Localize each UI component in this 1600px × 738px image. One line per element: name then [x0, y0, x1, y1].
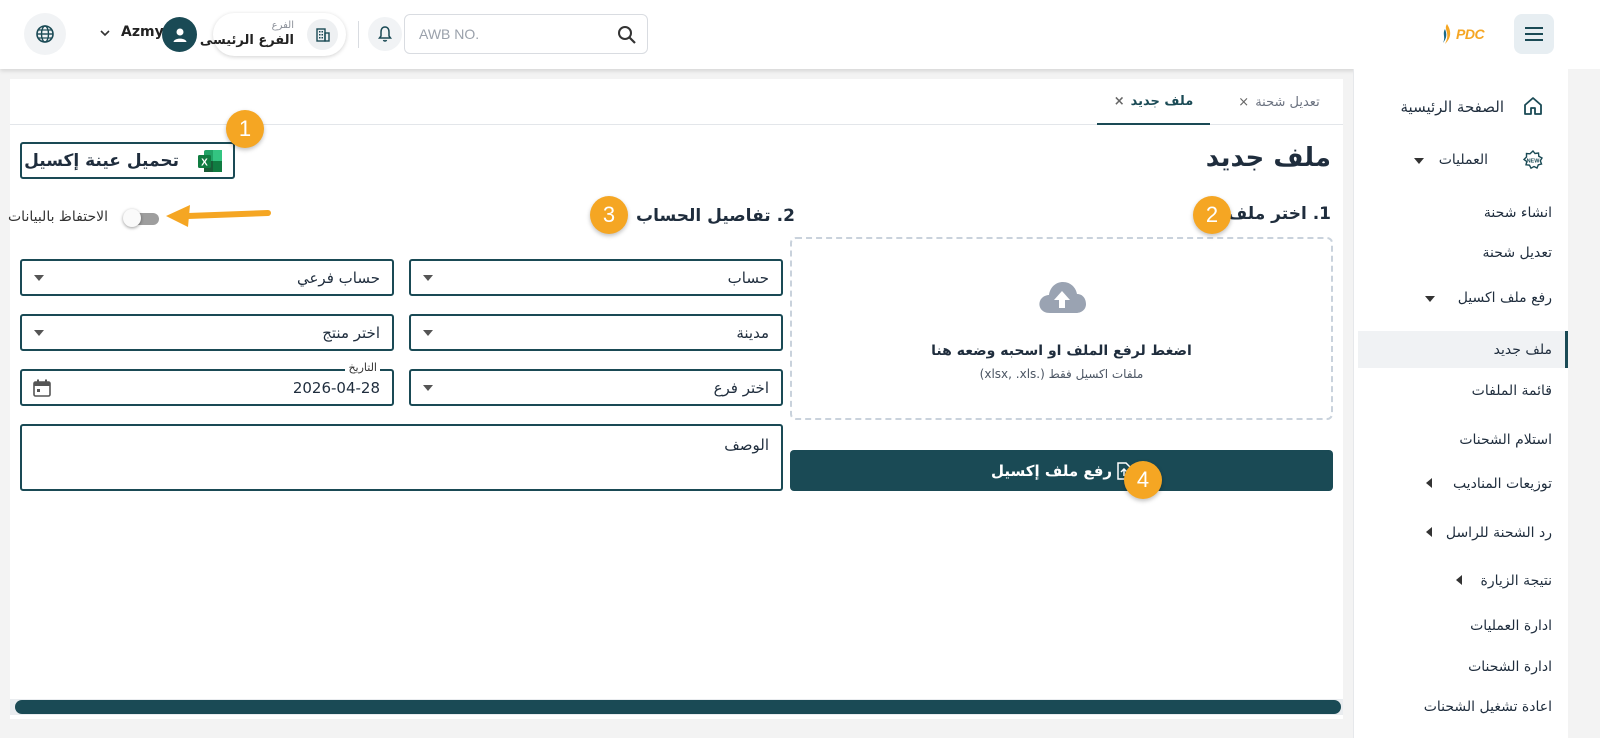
download-sample-excel-button[interactable]: تحميل عينة إكسيل X — [20, 142, 235, 179]
annotation-arrow-icon — [166, 205, 271, 227]
sidebar-item-return-to-sender[interactable]: رد الشحنة للراسل — [1446, 525, 1552, 541]
file-dropzone[interactable]: اضغط لرفع الملف او اسحبه وضعه هنا ملفات … — [790, 237, 1333, 420]
sidebar-item-upload-excel[interactable]: رفع ملف اكسيل — [1458, 290, 1552, 306]
close-icon[interactable]: × — [1238, 95, 1249, 110]
user-icon — [173, 28, 186, 42]
tab-new-file-label: ملف جديد — [1130, 93, 1194, 109]
cloud-upload-icon — [1039, 282, 1086, 313]
branch-small-label: الفرع — [271, 20, 294, 31]
notifications-button[interactable] — [368, 17, 402, 51]
dropzone-instructions: اضغط لرفع الملف او اسحبه وضعه هنا — [931, 343, 1192, 359]
new-badge-icon: NEW — [1523, 150, 1543, 170]
chevron-down-icon[interactable] — [98, 26, 112, 40]
section-choose-file-title: 1. اختر ملف — [1227, 204, 1331, 224]
awb-search-input[interactable] — [419, 24, 609, 44]
annotation-badge: 4 — [1124, 461, 1162, 499]
city-select[interactable]: مدينة — [409, 314, 783, 351]
sidebar-item-shipments-management[interactable]: ادارة الشحنات — [1468, 659, 1552, 675]
date-value: 2026-04-28 — [292, 379, 380, 397]
upload-excel-label: رفع ملف إكسيل — [990, 461, 1113, 480]
home-icon — [1524, 97, 1542, 115]
description-placeholder: الوصف — [724, 436, 769, 454]
caret-down-icon[interactable] — [1414, 158, 1424, 164]
sidebar-item-edit-shipment[interactable]: تعديل شحنة — [1483, 245, 1552, 261]
annotation-badge: 1 — [226, 110, 264, 148]
menu-toggle-button[interactable] — [1514, 14, 1554, 54]
product-value: اختر منتج — [322, 324, 380, 342]
keep-data-toggle[interactable] — [123, 209, 161, 227]
branch-name: الفرع الرئيسى — [199, 33, 294, 48]
globe-icon — [36, 25, 54, 43]
date-label: التاريخ — [345, 361, 380, 374]
language-button[interactable] — [24, 13, 66, 55]
awb-search[interactable] — [404, 14, 648, 54]
caret-left-icon[interactable] — [1456, 575, 1462, 585]
annotation-badge: 2 — [1193, 196, 1231, 234]
main-panel: ملف جديد × تعديل شحنة × ملف جديد تحميل ع… — [8, 79, 1343, 719]
building-icon — [307, 19, 338, 50]
search-icon[interactable] — [617, 25, 637, 45]
account-value: حساب — [727, 269, 769, 287]
svg-text:NEW: NEW — [1527, 159, 1541, 165]
page-title: ملف جديد — [1205, 143, 1331, 173]
dropzone-file-types: ملفات اكسيل فقط (.xlsx, .xls) — [979, 367, 1144, 381]
sub-account-value: حساب فرعي — [296, 269, 380, 287]
section-account-details-title: 2. تفاصيل الحساب — [636, 206, 795, 226]
tab-bar: ملف جديد × تعديل شحنة × — [10, 79, 1343, 125]
download-sample-label: تحميل عينة إكسيل — [24, 150, 179, 171]
sidebar-item-visit-result[interactable]: نتيجة الزيارة — [1481, 573, 1552, 589]
hamburger-icon — [1525, 27, 1543, 41]
branch-selector[interactable]: الفرع الفرع الرئيسى — [200, 13, 346, 56]
date-field[interactable]: التاريخ 2026-04-28 — [20, 361, 394, 406]
city-value: مدينة — [736, 324, 769, 342]
sidebar-item-receive-shipments[interactable]: استلام الشحنات — [1459, 432, 1552, 448]
upload-excel-button[interactable]: رفع ملف إكسيل — [790, 450, 1333, 491]
sidebar-item-courier-distributions[interactable]: توزيعات المناديب — [1453, 476, 1552, 492]
product-select[interactable]: اختر منتج — [20, 314, 394, 351]
caret-down-icon — [423, 275, 433, 281]
tab-new-file[interactable]: ملف جديد × — [1097, 79, 1210, 125]
bell-icon — [378, 26, 392, 42]
sidebar-item-files-list[interactable]: قائمة الملفات — [1472, 383, 1552, 399]
excel-icon: X — [198, 149, 222, 172]
caret-down-icon — [34, 275, 44, 281]
branch-select[interactable]: اختر فرع — [409, 369, 783, 406]
caret-down-icon — [34, 330, 44, 336]
sidebar: الصفحة الرئيسية NEW العمليات انشاء شحنة … — [1353, 69, 1568, 738]
caret-down-icon[interactable] — [1425, 296, 1435, 302]
sidebar-item-rerun-shipments[interactable]: اعادة تشغيل الشحنات — [1424, 699, 1552, 715]
sidebar-item-create-shipment[interactable]: انشاء شحنة — [1484, 205, 1552, 221]
username[interactable]: Azmy — [121, 24, 164, 40]
vertical-scrollbar-track[interactable] — [1568, 69, 1600, 738]
logo-text: PDC — [1456, 26, 1485, 42]
account-select[interactable]: حساب — [409, 259, 783, 296]
annotation-badge: 3 — [590, 196, 628, 234]
branch-value: اختر فرع — [713, 379, 769, 397]
top-bar: Azmy الفرع الفرع الرئيسى PDC — [0, 0, 1600, 69]
calendar-icon[interactable] — [32, 378, 52, 398]
sidebar-item-operations-management[interactable]: ادارة العمليات — [1470, 618, 1552, 634]
flame-logo-icon — [1443, 24, 1451, 44]
sidebar-item-home[interactable]: الصفحة الرئيسية — [1401, 98, 1505, 116]
description-field[interactable]: الوصف — [20, 424, 783, 491]
caret-down-icon — [423, 330, 433, 336]
tab-edit-shipment-label: تعديل شحنة — [1255, 94, 1320, 110]
close-icon[interactable]: × — [1114, 94, 1125, 109]
header-divider — [358, 21, 359, 48]
sub-account-select[interactable]: حساب فرعي — [20, 259, 394, 296]
toggle-knob — [123, 209, 141, 227]
horizontal-scrollbar-thumb[interactable] — [15, 700, 1341, 714]
sidebar-item-new-file[interactable]: ملف جديد — [1494, 342, 1552, 358]
avatar[interactable] — [162, 17, 197, 52]
horizontal-scrollbar[interactable] — [10, 699, 1343, 715]
sidebar-item-operations[interactable]: العمليات — [1439, 152, 1488, 168]
svg-text:X: X — [201, 157, 208, 168]
caret-down-icon — [423, 385, 433, 391]
brand-logo[interactable]: PDC — [1440, 22, 1485, 46]
caret-left-icon[interactable] — [1426, 527, 1432, 537]
keep-data-label: الاحتفاظ بالبيانات — [8, 209, 108, 225]
tab-edit-shipment[interactable]: تعديل شحنة × — [1224, 79, 1334, 125]
caret-left-icon[interactable] — [1426, 478, 1432, 488]
